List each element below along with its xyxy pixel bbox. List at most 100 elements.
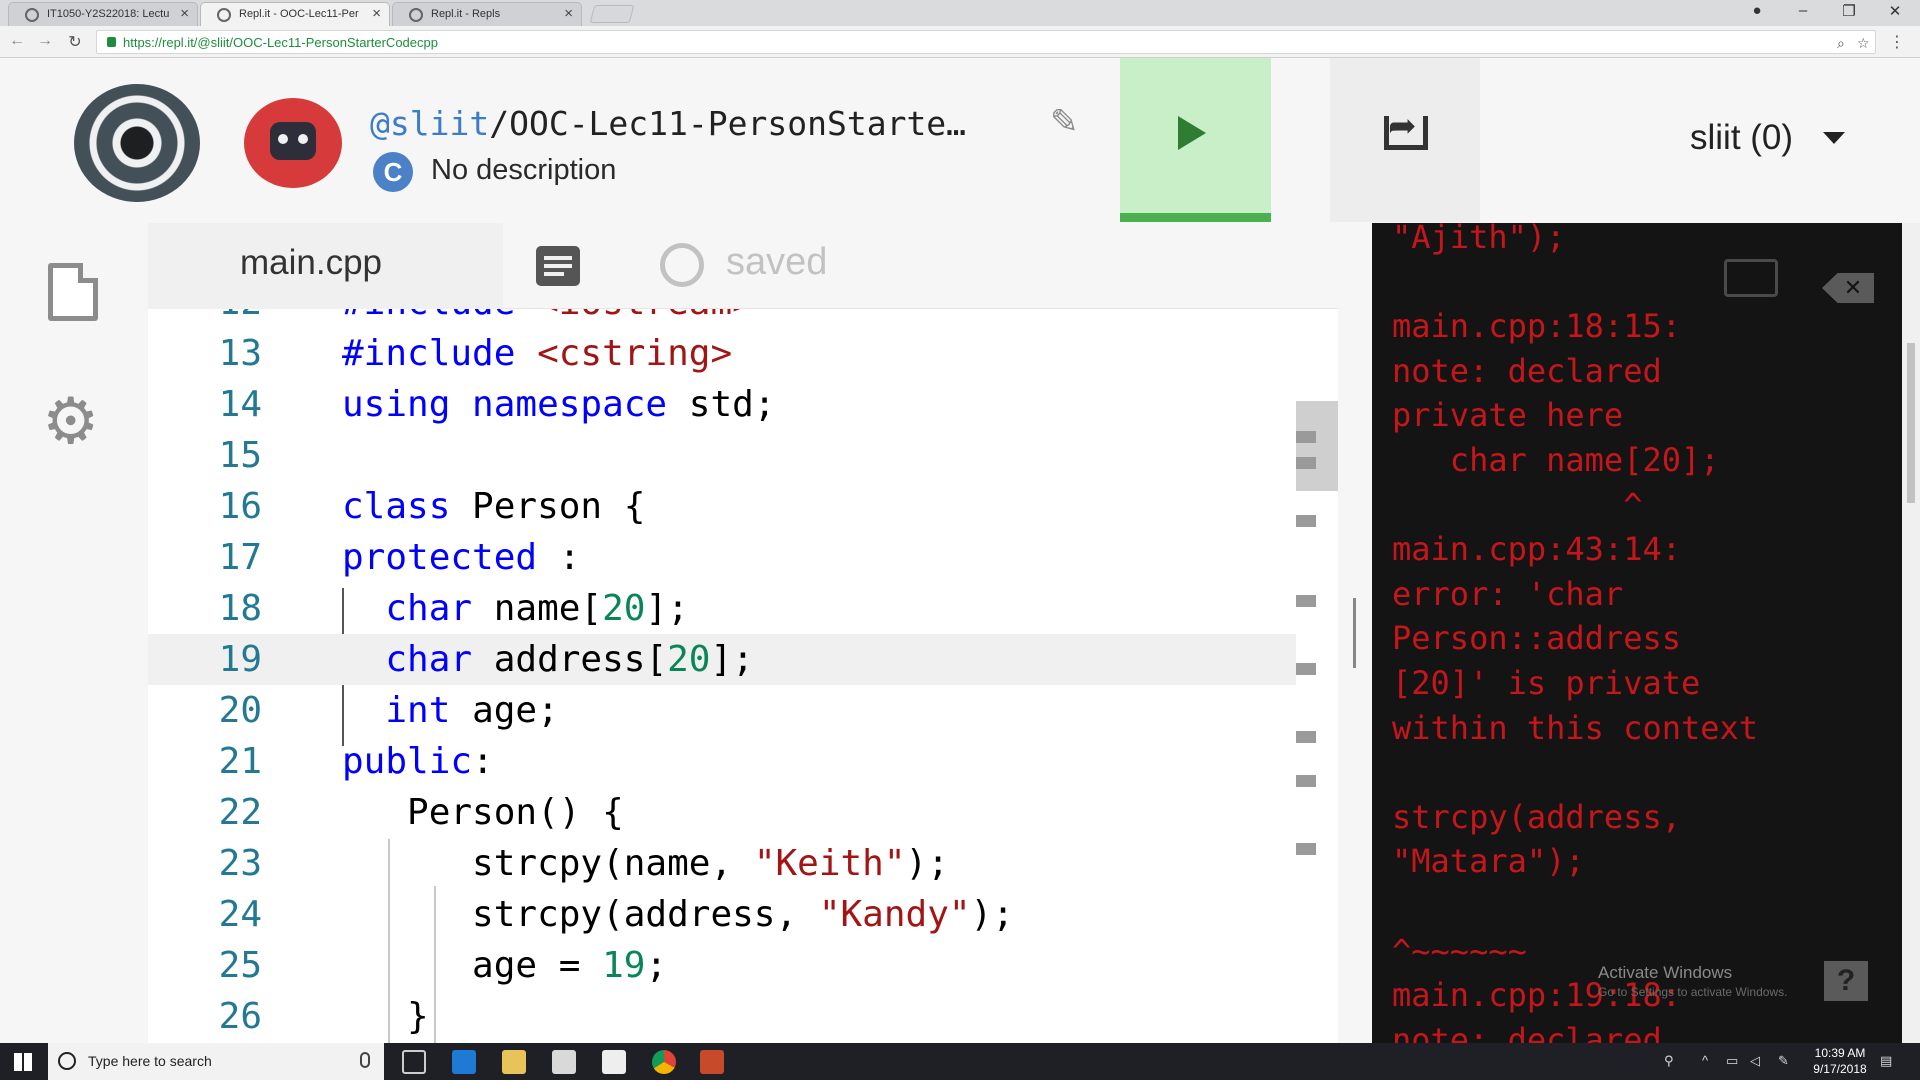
code-line[interactable]: 12 #include <iostream> bbox=[148, 309, 1296, 328]
notifications-icon[interactable]: ▤ bbox=[1880, 1053, 1892, 1069]
line-number: 22 bbox=[218, 792, 262, 833]
code-line[interactable]: 19 char address[20]; bbox=[148, 634, 1296, 685]
pencil-icon[interactable]: ✎ bbox=[1050, 102, 1079, 142]
new-tab-button[interactable] bbox=[589, 5, 635, 23]
code-line[interactable]: 26 } bbox=[148, 991, 1296, 1042]
task-view-icon[interactable] bbox=[402, 1050, 426, 1074]
network-icon[interactable]: ▭ bbox=[1726, 1053, 1738, 1069]
line-code: class Person { bbox=[342, 481, 645, 532]
tray-chevron-icon[interactable]: ^ bbox=[1702, 1053, 1708, 1068]
window-close-icon[interactable]: ✕ bbox=[1882, 2, 1908, 20]
back-icon[interactable]: ← bbox=[6, 32, 28, 50]
line-number: 23 bbox=[218, 843, 262, 884]
editor-scroll-thumb[interactable] bbox=[1296, 401, 1338, 491]
line-number: 14 bbox=[218, 384, 262, 425]
zoom-icon[interactable]: ⌕ bbox=[1837, 35, 1845, 52]
code-token: class bbox=[342, 486, 473, 527]
run-progress-bar bbox=[1120, 213, 1271, 222]
history-icon[interactable] bbox=[660, 243, 704, 287]
volume-icon[interactable]: ◁ bbox=[1750, 1053, 1760, 1069]
close-icon[interactable]: × bbox=[180, 5, 189, 22]
code-line[interactable]: 17 protected : bbox=[148, 532, 1296, 583]
mail-icon[interactable] bbox=[602, 1050, 626, 1074]
line-number: 25 bbox=[218, 945, 262, 986]
repl-title[interactable]: @sliit/OOC-Lec11-PersonStarte… bbox=[370, 104, 966, 143]
code-token: char bbox=[385, 588, 494, 629]
editor-tabbar: main.cpp saved bbox=[148, 223, 1338, 309]
browser-tab-active[interactable]: Repl.it - OOC-Lec11-Per × bbox=[200, 2, 390, 26]
code-line[interactable]: 24 strcpy(address, "Kandy"); bbox=[148, 889, 1296, 940]
code-line[interactable]: 13 #include <cstring> bbox=[148, 328, 1296, 379]
windows-taskbar: Type here to search ⚲ ^ ▭ ◁ ✎ 10:39 AM 9… bbox=[0, 1043, 1920, 1080]
repl-description[interactable]: No description bbox=[431, 154, 616, 187]
robot-icon bbox=[270, 122, 316, 160]
console-panel[interactable]: note: declared main.cpp:19:18: ^~~~~~~ "Mat… bbox=[1372, 223, 1902, 1043]
avatar[interactable] bbox=[244, 98, 342, 188]
console-output-line: "Matara"); bbox=[1392, 842, 1585, 881]
pane-resize-handle[interactable] bbox=[1338, 223, 1372, 1043]
file-explorer-icon[interactable] bbox=[502, 1050, 526, 1074]
console-switch-icon[interactable] bbox=[1724, 259, 1778, 297]
chevron-down-icon[interactable] bbox=[1823, 132, 1845, 144]
powerpoint-icon[interactable] bbox=[700, 1050, 724, 1074]
taskbar-search[interactable]: Type here to search bbox=[48, 1043, 384, 1080]
windows-start-icon[interactable] bbox=[14, 1053, 32, 1071]
code-line[interactable]: 14 using namespace std; bbox=[148, 379, 1296, 430]
console-output-line: error: 'char bbox=[1392, 574, 1624, 613]
run-button[interactable] bbox=[1120, 58, 1271, 222]
close-icon[interactable]: × bbox=[372, 5, 381, 22]
format-icon[interactable] bbox=[536, 246, 580, 286]
people-icon[interactable]: ⚲ bbox=[1664, 1053, 1674, 1069]
page-scrollbar[interactable] bbox=[1902, 223, 1920, 1043]
repl-owner[interactable]: @sliit bbox=[370, 104, 489, 143]
code-token: : bbox=[537, 537, 581, 578]
browser-tab[interactable]: IT1050-Y2S22018: Lectu × bbox=[8, 2, 198, 26]
line-number: 12 bbox=[148, 309, 262, 328]
clock-time[interactable]: 10:39 AM bbox=[1810, 1046, 1870, 1060]
help-button[interactable]: ? bbox=[1824, 961, 1868, 1001]
play-icon bbox=[1178, 116, 1206, 150]
editor-overview-ruler[interactable] bbox=[1296, 309, 1338, 1043]
code-editor[interactable]: 12 #include <iostream> 13 #include <cstring… bbox=[148, 309, 1296, 1043]
bookmark-star-icon[interactable]: ☆ bbox=[1857, 35, 1870, 52]
pen-icon[interactable]: ✎ bbox=[1778, 1053, 1789, 1069]
chrome-icon[interactable] bbox=[652, 1050, 676, 1074]
line-code: char address[20]; bbox=[342, 634, 753, 685]
clock-date[interactable]: 9/17/2018 bbox=[1806, 1062, 1874, 1076]
browser-tab[interactable]: Repl.it - Repls × bbox=[392, 2, 582, 26]
close-icon[interactable]: × bbox=[564, 5, 573, 22]
overview-mark bbox=[1296, 515, 1316, 527]
minimize-icon[interactable]: – bbox=[1790, 2, 1816, 19]
code-token: #include bbox=[342, 333, 538, 374]
code-line[interactable]: 22 Person() { bbox=[148, 787, 1296, 838]
replit-logo-icon[interactable] bbox=[74, 84, 200, 202]
profile-icon[interactable]: ● bbox=[1744, 2, 1770, 19]
console-output-line: main.cpp:18:15: bbox=[1392, 307, 1681, 346]
code-token: name[ bbox=[493, 588, 603, 629]
code-line[interactable]: 25 age = 19; bbox=[148, 940, 1296, 991]
share-button[interactable]: ➦ bbox=[1330, 58, 1480, 222]
files-icon[interactable] bbox=[48, 263, 98, 321]
code-line[interactable]: 16 class Person { bbox=[148, 481, 1296, 532]
microphone-icon[interactable] bbox=[360, 1052, 370, 1068]
file-tab-main-cpp[interactable]: main.cpp bbox=[148, 223, 503, 309]
console-output-line: main.cpp:43:14: bbox=[1392, 530, 1681, 569]
store-icon[interactable] bbox=[552, 1050, 576, 1074]
code-line[interactable]: 21 public: bbox=[148, 736, 1296, 787]
gear-icon[interactable]: ⚙ bbox=[42, 389, 99, 453]
forward-icon[interactable]: → bbox=[34, 32, 56, 50]
account-menu[interactable]: sliit (0) bbox=[1690, 118, 1793, 158]
code-line[interactable]: 23 strcpy(name, "Keith"); bbox=[148, 838, 1296, 889]
code-line[interactable]: 20 int age; bbox=[148, 685, 1296, 736]
url-field[interactable]: https://repl.it/@sliit/OOC-Lec11-PersonS… bbox=[96, 30, 1876, 54]
edge-icon[interactable] bbox=[452, 1050, 476, 1074]
restore-icon[interactable]: ❐ bbox=[1836, 2, 1862, 20]
code-line[interactable]: 15 bbox=[148, 430, 1296, 481]
overview-mark bbox=[1296, 663, 1316, 675]
clear-console-icon[interactable]: ✕ bbox=[1822, 273, 1874, 303]
code-line[interactable]: 18 char name[20]; bbox=[148, 583, 1296, 634]
reload-icon[interactable]: ↻ bbox=[64, 32, 86, 52]
menu-dots-icon[interactable]: ⋮ bbox=[1886, 32, 1908, 52]
console-output-line: "Ajith"); bbox=[1392, 223, 1566, 256]
